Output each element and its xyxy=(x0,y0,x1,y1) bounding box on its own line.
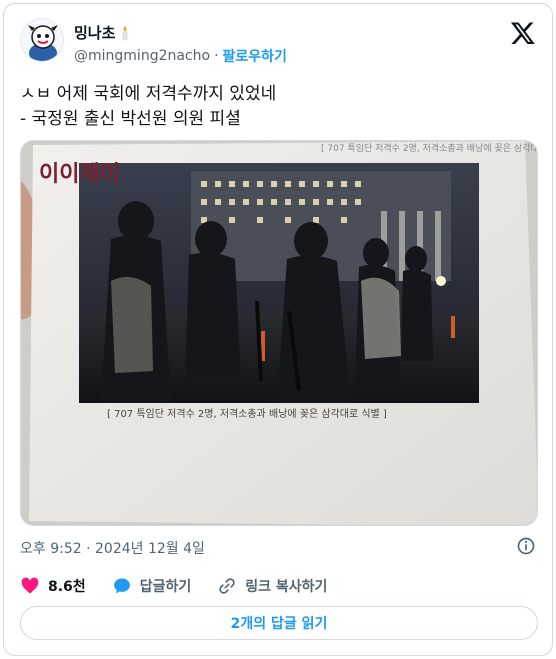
reply-label: 답글하기 xyxy=(139,579,192,595)
heart-icon xyxy=(21,577,39,594)
author-handle-row: @mingming2nacho · 팔로우하기 xyxy=(74,46,287,66)
tweet-media[interactable]: [ 707 특임단 저격수 2명, 저격소총과 배낭에 꽂은 삼각대로 식별 ] xyxy=(20,140,538,526)
reply-button[interactable]: 답글하기 xyxy=(112,576,192,596)
author-display-name[interactable]: 밍나초 xyxy=(74,22,115,43)
speech-bubble-icon xyxy=(113,578,130,594)
tweet-card: 밍나초 @mingming2nacho · 팔로우하기 ㅅㅂ 어제 국회에 저격… xyxy=(3,3,553,656)
media-image: [ 707 특임단 저격수 2명, 저격소총과 배낭에 꽂은 삼각대로 식별 ] xyxy=(21,141,538,525)
read-replies-button[interactable]: 2개의 답글 읽기 xyxy=(20,606,538,640)
follow-button[interactable]: 팔로우하기 xyxy=(223,46,287,66)
link-icon xyxy=(219,578,235,594)
separator-dot: · xyxy=(214,48,219,64)
like-button[interactable]: 8.6천 xyxy=(20,576,86,596)
copy-link-label: 링크 복사하기 xyxy=(245,579,328,595)
doc-header-text: [ 707 특임단 저격수 2명, 저격소총과 배낭에 꽂은 삼각대로 식별 ] xyxy=(321,142,538,154)
author-name-row: 밍나초 xyxy=(74,22,131,43)
tweet-actions: 8.6천 답글하기 링크 복사하기 xyxy=(20,576,353,596)
cartoon-avatar-icon xyxy=(21,19,63,61)
copy-link-button[interactable]: 링크 복사하기 xyxy=(217,576,327,596)
watermark-text: 이이제이 xyxy=(39,161,120,187)
info-icon[interactable] xyxy=(516,536,536,556)
avatar[interactable] xyxy=(20,18,64,62)
x-logo-icon[interactable] xyxy=(510,20,536,46)
like-count: 8.6천 xyxy=(48,579,86,595)
photo-caption: [ 707 특임단 저격수 2명, 저격소총과 배낭에 꽂은 삼각대로 식별 ] xyxy=(107,407,387,420)
candle-icon xyxy=(123,25,128,40)
tweet-text: ㅅㅂ 어제 국회에 저격수까지 있었네 - 국정원 출신 박선원 의원 피셜 xyxy=(20,84,277,129)
author-handle[interactable]: @mingming2nacho xyxy=(74,48,210,64)
tweet-timestamp[interactable]: 오후 9:52 · 2024년 12월 4일 xyxy=(20,538,205,558)
